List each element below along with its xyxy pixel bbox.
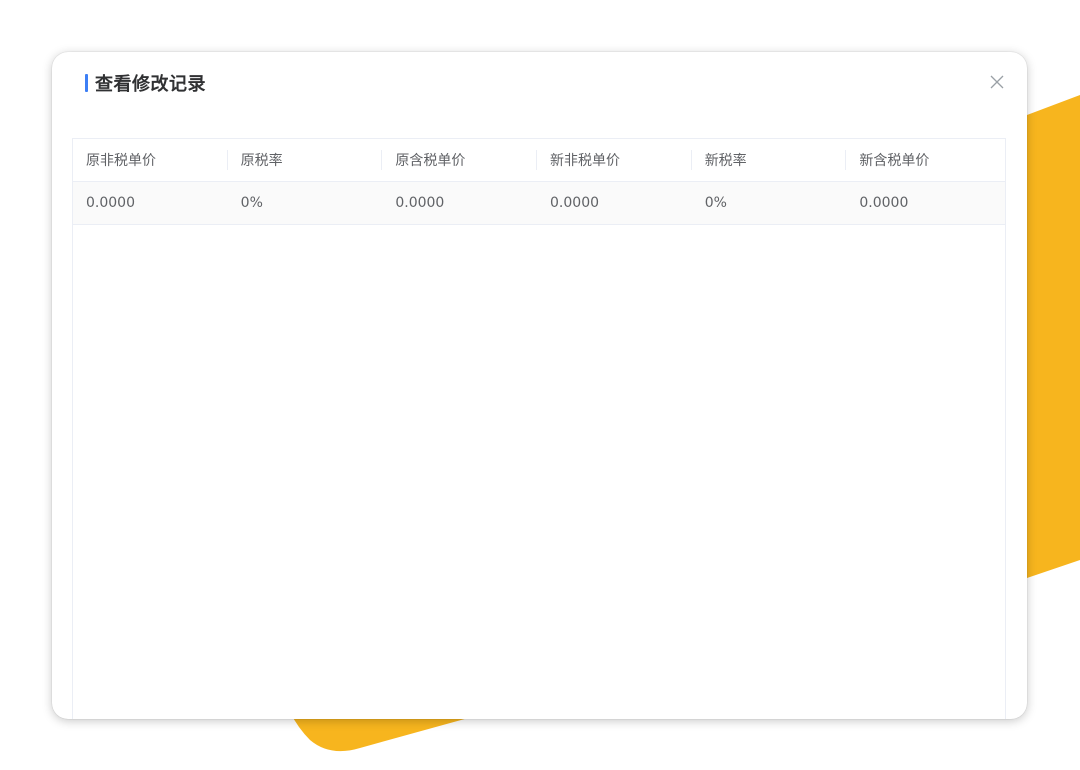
yellow-band-shape [1027, 95, 1080, 578]
table-cell: 0.0000 [395, 195, 445, 211]
table-row[interactable]: 0.0000 0% 0.0000 0.0000 0% 0.0000 [73, 182, 1005, 225]
column-header-orig-untaxed-price: 原非税单价 [73, 139, 228, 181]
column-header-new-untaxed-price: 新非税单价 [537, 139, 692, 181]
column-header-new-taxed-price: 新含税单价 [859, 153, 930, 169]
table-cell: 0.0000 [86, 195, 135, 211]
modify-record-dialog: 查看修改记录 原非税单价 原税率 原含税单价 新非税单价 新税率 新含税单价 0… [52, 52, 1027, 719]
table-cell: 0% [240, 195, 263, 211]
close-button[interactable] [989, 74, 1005, 90]
dialog-title: 查看修改记录 [95, 74, 206, 95]
record-table: 原非税单价 原税率 原含税单价 新非税单价 新税率 新含税单价 0.0000 0… [72, 138, 1006, 719]
table-cell: 0% [704, 195, 727, 211]
screen: 查看修改记录 原非税单价 原税率 原含税单价 新非税单价 新税率 新含税单价 0… [0, 0, 1080, 770]
close-icon [990, 75, 1004, 89]
table-cell: 0.0000 [859, 195, 909, 211]
column-header-new-tax-rate: 新税率 [692, 139, 847, 181]
table-cell: 0.0000 [550, 195, 600, 211]
column-header-orig-taxed-price: 原含税单价 [382, 139, 537, 181]
dialog-header: 查看修改记录 [85, 72, 206, 95]
title-accent-bar [85, 74, 88, 92]
column-header-orig-tax-rate: 原税率 [228, 139, 383, 181]
table-header-row: 原非税单价 原税率 原含税单价 新非税单价 新税率 新含税单价 [73, 139, 1005, 182]
